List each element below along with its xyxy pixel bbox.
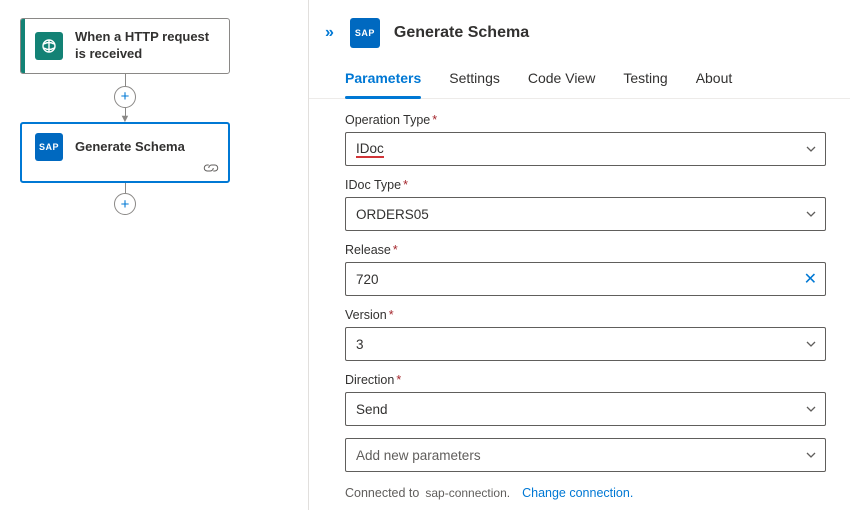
trigger-node-http-request[interactable]: When a HTTP request is received (20, 18, 230, 74)
panel-header: » Generate Schema (309, 0, 850, 56)
label-release: Release* (345, 243, 826, 257)
add-step-button[interactable]: + (114, 86, 136, 108)
connection-footer: Connected to sap-connection. Change conn… (309, 482, 850, 510)
select-direction[interactable]: Send (345, 392, 826, 426)
action-node-generate-schema[interactable]: Generate Schema (20, 122, 230, 183)
connector-end: + (20, 183, 230, 215)
clear-icon[interactable]: ✕ (804, 269, 817, 289)
select-idoc-type[interactable]: ORDERS05 (345, 197, 826, 231)
add-step-button[interactable]: + (114, 193, 136, 215)
field-release: Release* 720 ✕ (345, 243, 826, 296)
connector-line (125, 183, 126, 193)
label-version: Version* (345, 308, 826, 322)
select-operation-type[interactable]: IDoc (345, 132, 826, 166)
tab-parameters[interactable]: Parameters (345, 62, 421, 98)
chevron-down-icon (805, 449, 817, 461)
trigger-node-title: When a HTTP request is received (75, 29, 215, 63)
input-release[interactable]: 720 ✕ (345, 262, 826, 296)
field-add-new-parameters: Add new parameters (345, 438, 826, 472)
sap-icon (350, 18, 380, 48)
workflow-canvas: When a HTTP request is received + ▼ Gene… (0, 0, 308, 510)
value-idoc-type: ORDERS05 (356, 207, 429, 222)
chevron-down-icon (805, 208, 817, 220)
action-node-title: Generate Schema (75, 139, 185, 156)
label-operation-type: Operation Type* (345, 113, 826, 127)
tab-testing[interactable]: Testing (623, 62, 667, 98)
label-idoc-type: IDoc Type* (345, 178, 826, 192)
tab-settings[interactable]: Settings (449, 62, 500, 98)
select-version[interactable]: 3 (345, 327, 826, 361)
tab-code-view[interactable]: Code View (528, 62, 595, 98)
connector: + ▼ (20, 74, 230, 123)
chevron-down-icon (805, 143, 817, 155)
value-version: 3 (356, 337, 364, 352)
chevron-down-icon (805, 338, 817, 350)
label-direction: Direction* (345, 373, 826, 387)
http-trigger-icon (35, 32, 63, 60)
field-operation-type: Operation Type* IDoc (345, 113, 826, 166)
connected-to-label: Connected to (345, 486, 419, 500)
connection-name: sap-connection. (425, 486, 510, 500)
field-direction: Direction* Send (345, 373, 826, 426)
value-release: 720 (356, 272, 379, 287)
placeholder-add-new: Add new parameters (356, 448, 481, 463)
action-details-panel: » Generate Schema Parameters Settings Co… (308, 0, 850, 510)
chevron-down-icon (805, 403, 817, 415)
value-operation-type: IDoc (356, 141, 384, 158)
value-direction: Send (356, 402, 388, 417)
collapse-panel-button[interactable]: » (323, 22, 336, 44)
parameters-form: Operation Type* IDoc IDoc Type* ORDERS05… (309, 99, 850, 482)
connection-link-icon (202, 161, 220, 175)
panel-title: Generate Schema (394, 24, 529, 42)
tab-about[interactable]: About (696, 62, 733, 98)
sap-icon (35, 133, 63, 161)
panel-tabs: Parameters Settings Code View Testing Ab… (309, 56, 850, 99)
field-version: Version* 3 (345, 308, 826, 361)
select-add-new-parameters[interactable]: Add new parameters (345, 438, 826, 472)
field-idoc-type: IDoc Type* ORDERS05 (345, 178, 826, 231)
change-connection-link[interactable]: Change connection. (522, 486, 633, 500)
node-accent-strip (21, 19, 25, 73)
connector-line (125, 74, 126, 86)
